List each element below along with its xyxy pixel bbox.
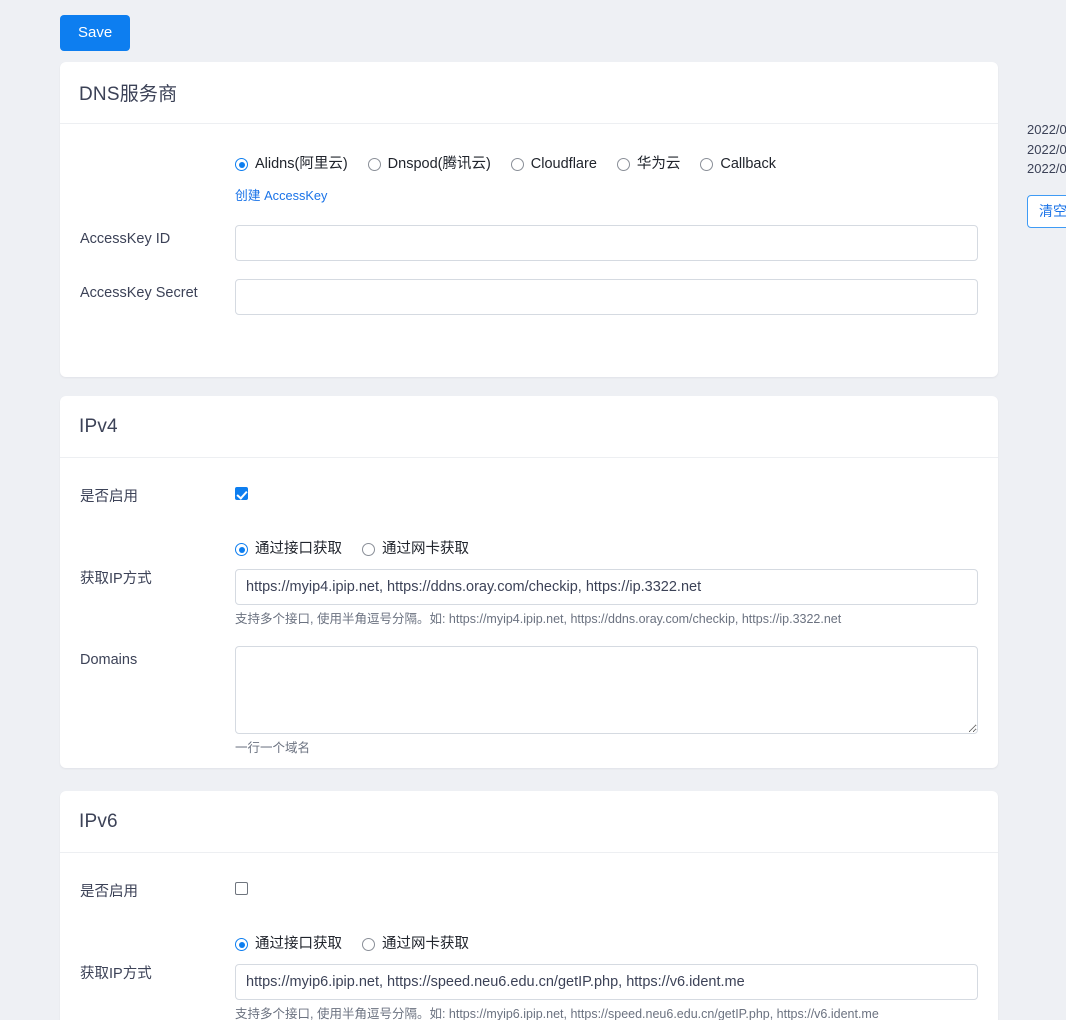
- ipv4-card-header: IPv4: [60, 396, 998, 458]
- dns-card-title: DNS服务商: [79, 84, 178, 105]
- radio-dot-icon[interactable]: [362, 543, 375, 556]
- radio-dot-icon[interactable]: [235, 938, 248, 951]
- ipv4-method-control: 通过接口获取 通过网卡获取 支持多个接口, 使用半角逗号分隔。如: https:…: [235, 540, 978, 627]
- radio-provider-cloudflare[interactable]: Cloudflare: [510, 155, 597, 174]
- radio-provider-huawei-label: 华为云: [636, 156, 681, 172]
- ipv6-method-radio-group: 通过接口获取 通过网卡获取: [235, 935, 978, 954]
- dns-provider-card: DNS服务商 Alidns(阿里云) Dnspod(腾讯云) Cloudflar…: [60, 62, 998, 377]
- radio-provider-callback[interactable]: Callback: [700, 155, 776, 174]
- ipv4-enable-control: [235, 483, 978, 505]
- radio-provider-alidns-label: Alidns(阿里云): [255, 156, 348, 172]
- ipv4-domains-label: Domains: [80, 652, 138, 668]
- ipv4-enable-row: 是否启用: [60, 458, 998, 509]
- radio-ipv4-nic[interactable]: 通过网卡获取: [362, 540, 469, 559]
- accesskey-id-row: AccessKey ID: [60, 205, 998, 261]
- dns-card-body: Alidns(阿里云) Dnspod(腾讯云) Cloudflare 华为云 C…: [60, 124, 998, 315]
- accesskey-secret-row: AccessKey Secret: [60, 261, 998, 315]
- dns-provider-row: Alidns(阿里云) Dnspod(腾讯云) Cloudflare 华为云 C…: [60, 124, 998, 205]
- radio-provider-dnspod[interactable]: Dnspod(腾讯云): [367, 155, 491, 174]
- radio-ipv4-nic-label: 通过网卡获取: [382, 541, 469, 557]
- accesskey-secret-control: [235, 279, 978, 315]
- accesskey-secret-input[interactable]: [235, 279, 978, 315]
- radio-ipv6-nic-label: 通过网卡获取: [382, 936, 469, 952]
- ipv6-enable-label: 是否启用: [80, 884, 138, 900]
- ipv6-url-help: 支持多个接口, 使用半角逗号分隔。如: https://myip6.ipip.n…: [235, 1007, 879, 1020]
- ipv4-domains-textarea[interactable]: [235, 646, 978, 734]
- accesskey-secret-label: AccessKey Secret: [80, 285, 198, 301]
- ipv6-enable-control: [235, 878, 978, 900]
- dns-provider-radio-group: Alidns(阿里云) Dnspod(腾讯云) Cloudflare 华为云 C…: [235, 155, 978, 174]
- ipv4-enable-checkbox[interactable]: [235, 487, 248, 500]
- ipv4-card: IPv4 是否启用 获取IP方式 通过接口获取 通过网卡获取 https://m…: [60, 396, 998, 768]
- accesskey-id-label: AccessKey ID: [80, 231, 171, 247]
- ipv6-enable-checkbox[interactable]: [235, 882, 248, 895]
- ipv4-url-help: 支持多个接口, 使用半角逗号分隔。如: https://myip4.ipip.n…: [235, 612, 842, 626]
- ipv4-enable-label: 是否启用: [80, 489, 138, 505]
- radio-dot-icon[interactable]: [700, 158, 714, 171]
- create-accesskey-row: 创建 AccessKey: [235, 185, 978, 205]
- log-line: 2022/0: [1027, 122, 1066, 137]
- ipv6-url-wrap: 支持多个接口, 使用半角逗号分隔。如: https://myip6.ipip.n…: [235, 964, 978, 1020]
- create-accesskey-link[interactable]: 创建 AccessKey: [235, 188, 327, 203]
- log-panel: 2022/0 2022/0 2022/0 清空: [1027, 120, 1066, 228]
- dns-provider-label: [80, 155, 235, 157]
- ipv4-url-wrap: 支持多个接口, 使用半角逗号分隔。如: https://myip4.ipip.n…: [235, 569, 978, 627]
- ipv6-method-row: 获取IP方式 通过接口获取 通过网卡获取 支持: [60, 904, 998, 1020]
- toolbar: Save: [60, 15, 131, 51]
- radio-provider-cloudflare-label: Cloudflare: [530, 156, 597, 172]
- ipv6-method-control: 通过接口获取 通过网卡获取 支持多个接口, 使用半角逗号分隔。如: https:…: [235, 935, 978, 1020]
- radio-provider-huawei[interactable]: 华为云: [616, 155, 681, 174]
- radio-provider-callback-label: Callback: [720, 156, 776, 172]
- ipv4-method-label: 获取IP方式: [80, 571, 152, 587]
- radio-dot-icon[interactable]: [235, 543, 248, 556]
- ipv6-card: IPv6 是否启用 获取IP方式 通过接口获取 通过网卡获取 https://m…: [60, 791, 998, 1020]
- clear-log-button[interactable]: 清空: [1027, 194, 1066, 228]
- radio-ipv4-interface-label: 通过接口获取: [255, 541, 342, 557]
- radio-ipv6-nic[interactable]: 通过网卡获取: [362, 935, 469, 954]
- radio-ipv6-interface[interactable]: 通过接口获取: [235, 935, 342, 954]
- ipv4-card-body: 是否启用 获取IP方式 通过接口获取 通过网卡获取 https://myip4.…: [60, 458, 998, 756]
- accesskey-id-input[interactable]: [235, 225, 978, 261]
- page-root: Save DNS服务商 Alidns(阿里云) Dnspod(腾讯云) Clou…: [0, 0, 1066, 1020]
- dns-card-header: DNS服务商: [60, 62, 998, 124]
- radio-ipv6-interface-label: 通过接口获取: [255, 936, 342, 952]
- radio-dot-icon[interactable]: [367, 158, 381, 171]
- ipv6-url-input[interactable]: [235, 964, 978, 1000]
- ipv4-method-row: 获取IP方式 通过接口获取 通过网卡获取 支持: [60, 509, 998, 627]
- radio-provider-alidns[interactable]: Alidns(阿里云): [235, 155, 348, 174]
- ipv6-card-title: IPv6: [79, 810, 118, 832]
- ipv4-card-title: IPv4: [79, 415, 118, 437]
- radio-dot-icon[interactable]: [510, 158, 524, 171]
- radio-dot-icon[interactable]: [235, 158, 248, 171]
- ipv6-card-header: IPv6: [60, 791, 998, 853]
- ipv4-url-input[interactable]: [235, 569, 978, 605]
- dns-provider-control: Alidns(阿里云) Dnspod(腾讯云) Cloudflare 华为云 C…: [235, 155, 978, 205]
- radio-provider-dnspod-label: Dnspod(腾讯云): [387, 156, 491, 172]
- radio-dot-icon[interactable]: [616, 158, 630, 171]
- ipv6-enable-row: 是否启用: [60, 853, 998, 904]
- ipv4-domains-control: 一行一个域名: [235, 646, 978, 756]
- radio-ipv4-interface[interactable]: 通过接口获取: [235, 540, 342, 559]
- accesskey-id-control: [235, 225, 978, 261]
- save-button[interactable]: Save: [60, 15, 131, 51]
- ipv4-domains-row: Domains 一行一个域名: [60, 627, 998, 756]
- radio-dot-icon[interactable]: [362, 938, 375, 951]
- ipv6-method-label: 获取IP方式: [80, 966, 152, 982]
- log-line: 2022/0: [1027, 161, 1066, 176]
- ipv6-card-body: 是否启用 获取IP方式 通过接口获取 通过网卡获取 https://myip6.…: [60, 853, 998, 1020]
- ipv4-method-radio-group: 通过接口获取 通过网卡获取: [235, 540, 978, 559]
- log-line: 2022/0: [1027, 141, 1066, 157]
- ipv4-domains-help: 一行一个域名: [235, 741, 311, 755]
